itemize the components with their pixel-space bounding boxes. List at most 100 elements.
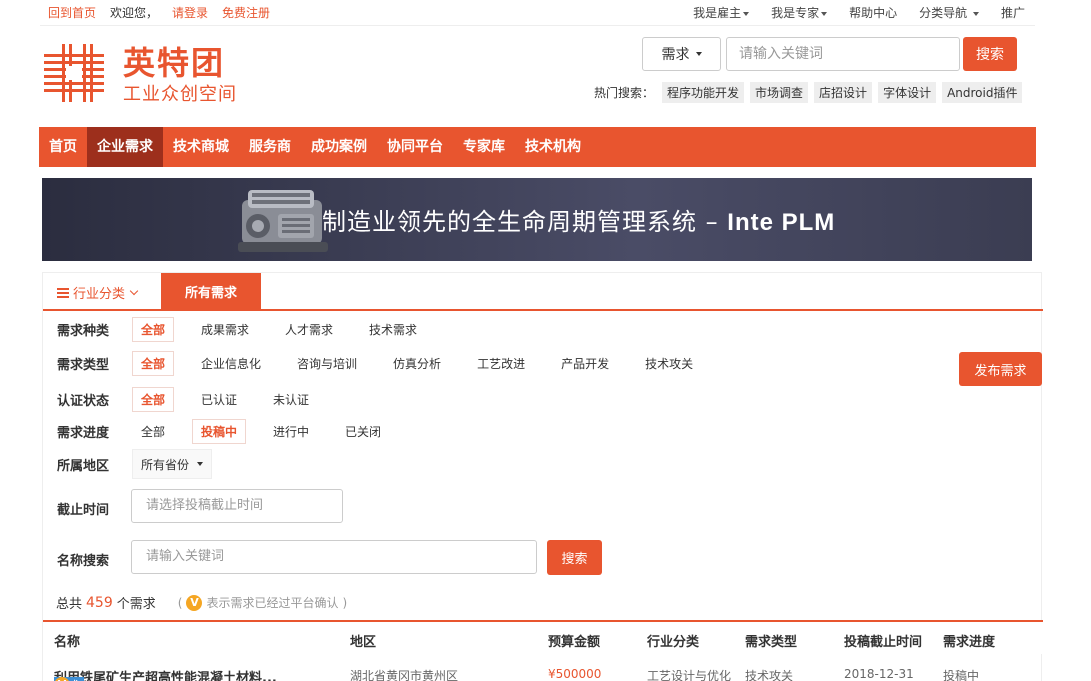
industry-label: 行业分类 — [73, 287, 126, 302]
column-header-progress: 需求进度 — [943, 635, 996, 650]
filter-option[interactable]: 已认证 — [192, 387, 246, 412]
promote-link[interactable]: 推广 — [1001, 4, 1025, 21]
verified-note-text: 表示需求已经过平台确认 — [206, 596, 339, 610]
demand-title-link[interactable]: 利用铁尾矿生产超高性能混凝土材料... — [54, 671, 277, 681]
region-dropdown[interactable]: 所有省份 — [132, 449, 212, 479]
help-link[interactable]: 帮助中心 — [849, 4, 897, 21]
nav-item-enterprise-demand[interactable]: 企业需求 — [87, 127, 163, 167]
filter-option[interactable]: 全部 — [132, 387, 175, 412]
caret-down-icon — [821, 11, 828, 16]
filter-label: 认证状态 — [57, 394, 110, 409]
expert-menu[interactable]: 我是专家 — [771, 4, 828, 21]
nav-item-success-cases[interactable]: 成功案例 — [301, 127, 377, 167]
filter-option[interactable]: 已关闭 — [336, 419, 390, 444]
column-header-type: 需求类型 — [745, 635, 798, 650]
filter-row-name: 名称搜索 — [57, 550, 132, 569]
employer-menu-label: 我是雇主 — [693, 6, 742, 20]
name-search-input[interactable]: 请输入关键词 — [131, 540, 537, 574]
filter-row-progress: 需求进度 全部 投稿中 进行中 已关闭 — [57, 419, 408, 444]
caret-down-icon — [743, 11, 750, 16]
hot-tag[interactable]: 市场调查 — [750, 82, 809, 103]
category-nav-menu[interactable]: 分类导航 — [919, 4, 979, 21]
filter-row-region: 所属地区 所有省份 — [57, 449, 212, 479]
industry-dropdown[interactable]: 行业分类 — [57, 283, 139, 302]
nav-item-expert-library[interactable]: 专家库 — [453, 127, 515, 167]
nav-item-home[interactable]: 首页 — [39, 127, 87, 167]
hot-tag[interactable]: 字体设计 — [878, 82, 937, 103]
filter-row-deadline: 截止时间 — [57, 499, 132, 518]
filter-option[interactable]: 技术攻关 — [636, 351, 702, 376]
category-nav-label: 分类导航 — [919, 6, 968, 20]
filter-option[interactable]: 全部 — [132, 317, 175, 342]
login-link[interactable]: 请登录 — [172, 4, 208, 21]
filter-option[interactable]: 投稿中 — [192, 419, 247, 444]
hot-search-label: 热门搜索： — [594, 86, 655, 100]
hot-tag[interactable]: 店招设计 — [814, 82, 873, 103]
search-type-dropdown[interactable]: 需求 — [642, 37, 721, 71]
register-link[interactable]: 免费注册 — [222, 4, 270, 21]
row-deadline: 2018-12-31 — [844, 667, 914, 681]
filter-option[interactable]: 工艺改进 — [468, 351, 534, 376]
banner-text-cn: 制造业领先的全生命周期管理系统 – — [322, 208, 719, 236]
demand-panel: 行业分类 所有需求 需求种类 全部 成果需求 人才需求 技术需求 需求类型 全部… — [42, 272, 1043, 681]
search-type-label: 需求 — [661, 47, 690, 63]
row-region: 湖北省黄冈市黄州区 — [350, 669, 459, 681]
hot-tag[interactable]: Android插件 — [942, 82, 1023, 103]
caret-down-icon — [972, 11, 979, 16]
nav-item-tech-mall[interactable]: 技术商城 — [163, 127, 239, 167]
search-input[interactable]: 请输入关键词 — [726, 37, 960, 71]
filter-option[interactable]: 技术需求 — [360, 317, 426, 342]
summary-prefix: 总共 — [56, 597, 83, 612]
column-header-deadline: 投稿截止时间 — [844, 635, 923, 650]
caret-down-icon — [695, 52, 702, 56]
name-search-button[interactable]: 搜索 — [547, 540, 602, 575]
filter-option[interactable]: 咨询与培训 — [288, 351, 366, 376]
employer-menu[interactable]: 我是雇主 — [693, 4, 750, 21]
top-bar: 回到首页 欢迎您， 请登录 免费注册 我是雇主 我是专家 帮助中心 分类导航 推… — [40, 0, 1035, 26]
deadline-date-input[interactable]: 请选择投稿截止时间 — [131, 489, 343, 523]
nav-item-service-providers[interactable]: 服务商 — [239, 127, 301, 167]
filter-option[interactable]: 成果需求 — [192, 317, 258, 342]
filter-option[interactable]: 企业信息化 — [192, 351, 270, 376]
filter-option[interactable]: 产品开发 — [552, 351, 618, 376]
logo-icon[interactable] — [44, 44, 104, 102]
brand-name: 英特团 — [123, 44, 226, 82]
promo-banner[interactable]: 制造业领先的全生命周期管理系统 – Inte PLM — [42, 178, 1032, 261]
filter-option[interactable]: 全部 — [132, 351, 175, 376]
panel-header: 行业分类 所有需求 — [43, 273, 1043, 311]
filter-option[interactable]: 未认证 — [264, 387, 318, 412]
filter-label: 需求进度 — [57, 426, 110, 441]
row-status: 投稿中 — [943, 669, 980, 681]
filter-option[interactable]: 人才需求 — [276, 317, 342, 342]
table-row[interactable]: 技术 V 利用铁尾矿生产超高性能混凝土材料... 湖北省黄冈市黄州区 ¥5000… — [43, 657, 1043, 681]
summary-suffix: 个需求 — [116, 597, 156, 612]
column-header-region: 地区 — [350, 635, 377, 650]
filter-option[interactable]: 进行中 — [264, 419, 318, 444]
tab-all-demands[interactable]: 所有需求 — [161, 273, 261, 310]
filter-label: 所属地区 — [57, 458, 110, 474]
note-paren-open: ( — [177, 595, 183, 610]
welcome-text: 欢迎您， — [110, 6, 159, 20]
filter-row-category: 需求种类 全部 成果需求 人才需求 技术需求 — [57, 317, 444, 342]
filter-option[interactable]: 仿真分析 — [384, 351, 450, 376]
search-input-placeholder: 请输入关键词 — [739, 46, 823, 62]
row-budget: ¥500000 — [548, 667, 602, 681]
hot-tag[interactable]: 程序功能开发 — [662, 82, 745, 103]
column-header-name: 名称 — [54, 635, 81, 650]
filter-label: 需求类型 — [57, 358, 110, 373]
note-paren-close: ) — [342, 595, 348, 610]
search-button[interactable]: 搜索 — [963, 37, 1017, 71]
banner-text-en: Inte PLM — [727, 209, 836, 236]
filter-label: 截止时间 — [57, 503, 110, 518]
result-summary: 总共 459 个需求 ( V 表示需求已经过平台确认 ) — [56, 593, 347, 612]
nav-item-tech-institutions[interactable]: 技术机构 — [515, 127, 591, 167]
filter-option[interactable]: 全部 — [132, 419, 174, 444]
home-link[interactable]: 回到首页 — [48, 4, 96, 21]
hot-searches: 热门搜索： 程序功能开发 市场调查 店招设计 字体设计 Android插件 — [594, 82, 1023, 103]
publish-demand-button[interactable]: 发布需求 — [959, 352, 1042, 386]
row-industry: 工艺设计与优化 — [647, 669, 732, 681]
filter-row-type: 需求类型 全部 企业信息化 咨询与培训 仿真分析 工艺改进 产品开发 技术攻关 — [57, 351, 720, 376]
main-nav: 首页 企业需求 技术商城 服务商 成功案例 协同平台 专家库 技术机构 — [39, 127, 1036, 167]
row-type: 技术攻关 — [745, 669, 794, 681]
nav-item-collab-platform[interactable]: 协同平台 — [377, 127, 453, 167]
